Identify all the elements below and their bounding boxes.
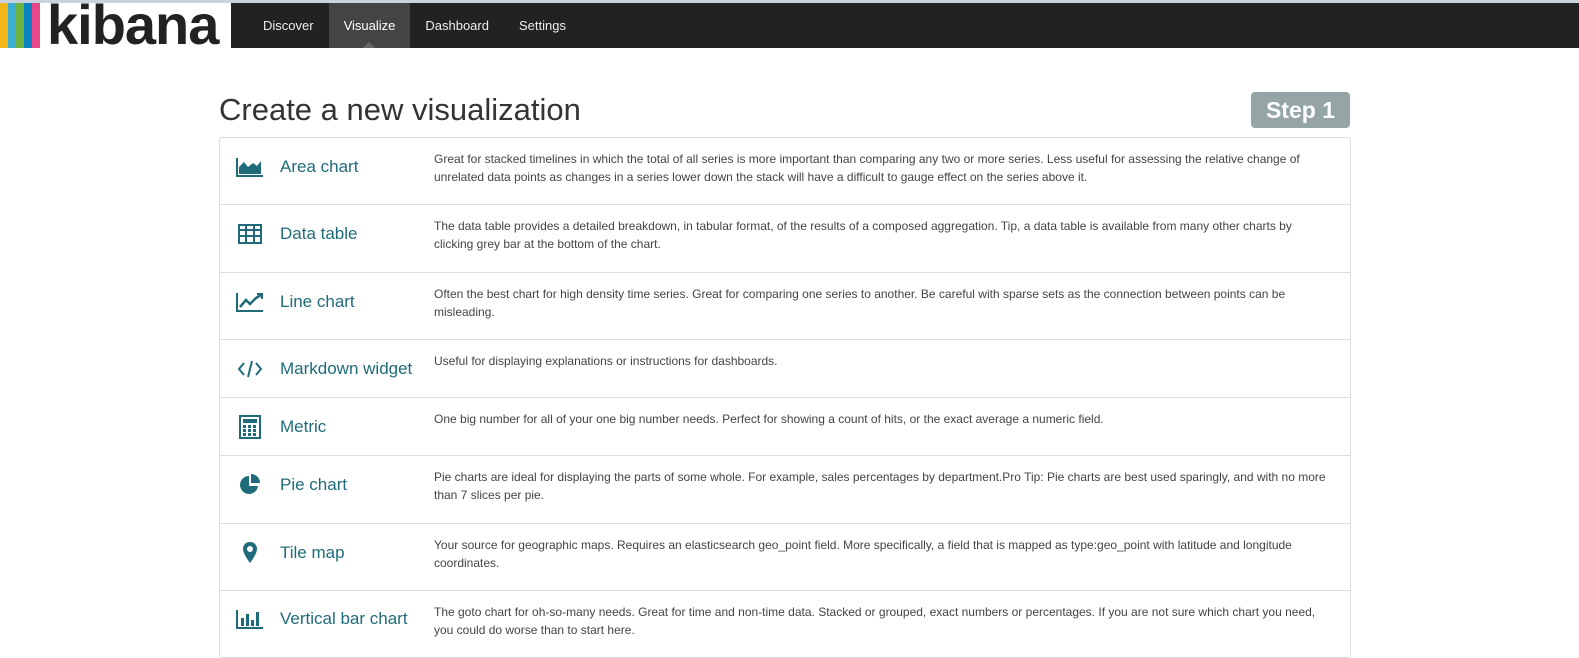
line-chart-icon bbox=[236, 290, 264, 314]
nav-discover[interactable]: Discover bbox=[248, 3, 329, 48]
map-marker-icon bbox=[236, 541, 264, 565]
brand-text: kibana bbox=[47, 3, 219, 48]
nav-settings[interactable]: Settings bbox=[504, 3, 581, 48]
vis-item-markdown-widget[interactable]: Markdown widget Useful for displaying ex… bbox=[220, 339, 1350, 397]
vis-item-name: Line chart bbox=[280, 291, 355, 311]
vis-item-name: Vertical bar chart bbox=[280, 609, 408, 628]
nav-dashboard[interactable]: Dashboard bbox=[410, 3, 504, 48]
main-content: Create a new visualization Step 1 Area c… bbox=[219, 90, 1351, 658]
vis-item-metric[interactable]: Metric One big number for all of your on… bbox=[220, 397, 1350, 455]
navbar: kibana Discover Visualize Dashboard Sett… bbox=[0, 3, 1579, 48]
vis-item-description: Pie charts are ideal for displaying the … bbox=[434, 470, 1326, 502]
step-badge: Step 1 bbox=[1250, 92, 1350, 128]
main-nav: Discover Visualize Dashboard Settings bbox=[248, 3, 581, 48]
vis-item-name: Area chart bbox=[280, 157, 359, 176]
vis-item-description: The goto chart for oh-so-many needs. Gre… bbox=[434, 605, 1316, 637]
vis-item-description: Useful for displaying explanations or in… bbox=[434, 354, 778, 368]
vis-item-area-chart[interactable]: Area chart Great for stacked timelines i… bbox=[220, 138, 1350, 204]
table-icon bbox=[236, 222, 264, 246]
code-icon bbox=[236, 357, 264, 381]
visualization-list: Area chart Great for stacked timelines i… bbox=[219, 137, 1351, 658]
page-title: Create a new visualization bbox=[219, 92, 581, 127]
logo-color-bars bbox=[0, 3, 40, 48]
area-chart-icon bbox=[236, 155, 264, 179]
vis-item-description: Often the best chart for high density ti… bbox=[434, 287, 1286, 319]
vis-item-name: Data table bbox=[280, 223, 358, 243]
vis-item-description: One big number for all of your one big n… bbox=[434, 412, 1104, 426]
vis-item-name: Markdown widget bbox=[280, 358, 413, 378]
vis-item-description: Great for stacked timelines in which the… bbox=[434, 152, 1300, 184]
vis-item-name: Pie chart bbox=[280, 474, 348, 494]
nav-visualize[interactable]: Visualize bbox=[328, 3, 411, 48]
bar-chart-icon bbox=[236, 607, 264, 631]
vis-item-description: Your source for geographic maps. Require… bbox=[434, 538, 1292, 570]
vis-item-description: The data table provides a detailed break… bbox=[434, 219, 1292, 251]
vis-item-name: Metric bbox=[280, 416, 327, 436]
vis-item-name: Tile map bbox=[280, 542, 345, 562]
pie-chart-icon bbox=[236, 473, 264, 497]
vis-item-pie-chart[interactable]: Pie chart Pie charts are ideal for displ… bbox=[220, 455, 1350, 523]
kibana-logo[interactable]: kibana bbox=[0, 3, 231, 48]
vis-item-tile-map[interactable]: Tile map Your source for geographic maps… bbox=[220, 523, 1350, 590]
vis-item-line-chart[interactable]: Line chart Often the best chart for high… bbox=[220, 272, 1350, 339]
calculator-icon bbox=[236, 414, 264, 439]
vis-item-vertical-bar-chart[interactable]: Vertical bar chart The goto chart for oh… bbox=[220, 590, 1350, 657]
vis-item-data-table[interactable]: Data table The data table provides a det… bbox=[220, 204, 1350, 272]
